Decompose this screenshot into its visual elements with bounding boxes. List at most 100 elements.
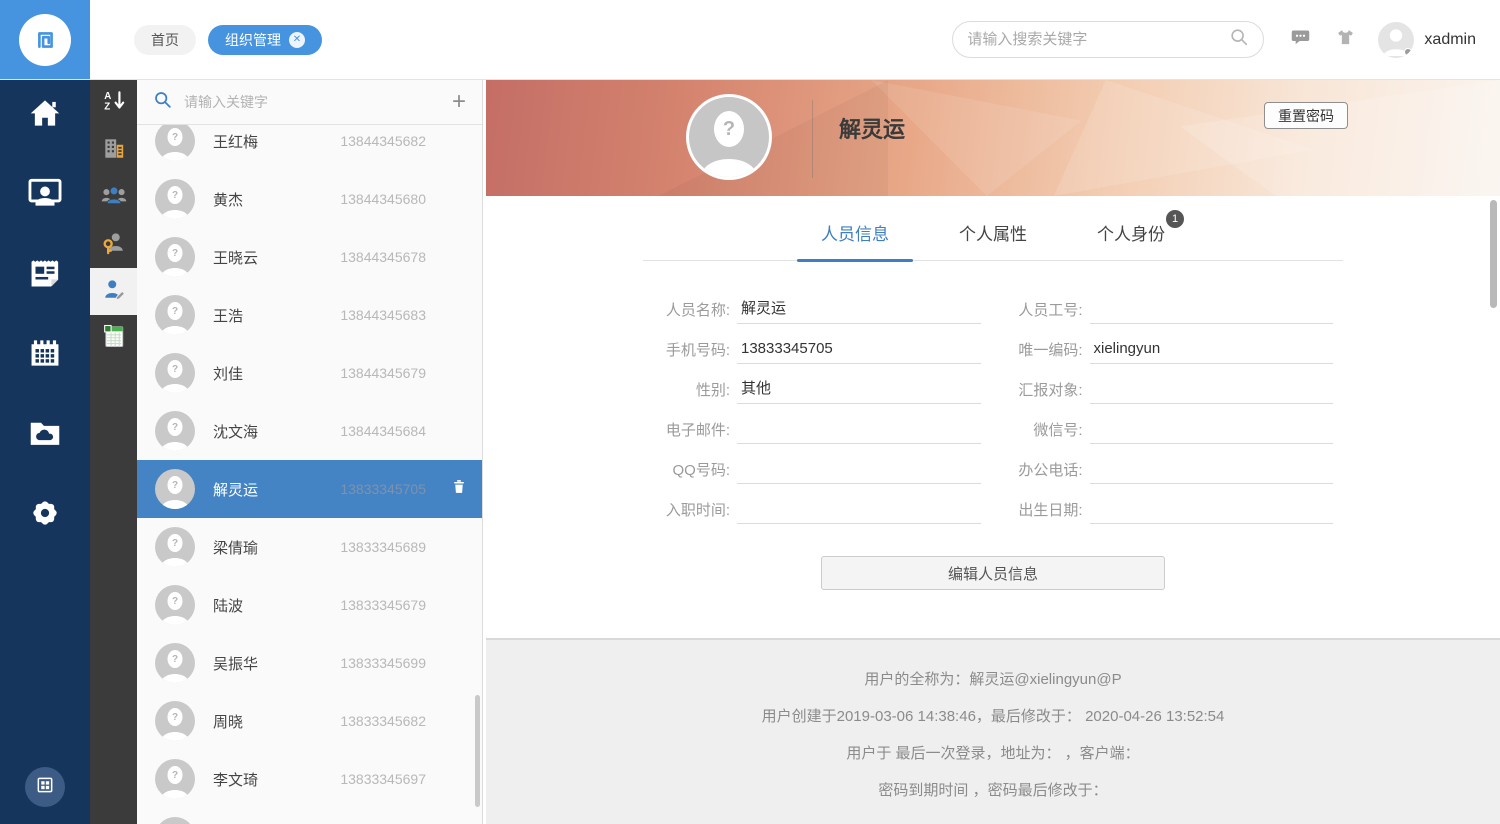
contact-phone: 13844345678	[340, 249, 426, 265]
primary-sidebar	[0, 80, 90, 824]
contact-name: 周晓	[213, 711, 335, 732]
contact-name: 李文琦	[213, 769, 335, 790]
contact-phone: 13833345697	[340, 771, 426, 787]
maze-logo-icon	[19, 14, 71, 66]
tshirt-icon[interactable]	[1335, 27, 1356, 53]
contact-phone: 13833345689	[340, 539, 426, 555]
field-label: 性别:	[653, 379, 737, 400]
contact-avatar: ?	[155, 701, 195, 741]
tab-badge: 1	[1166, 210, 1184, 228]
search-icon[interactable]	[153, 90, 172, 114]
svg-text:?: ?	[172, 654, 178, 665]
nav-tab-organization[interactable]: 组织管理 ✕	[208, 25, 322, 55]
contact-list-item[interactable]: ? 沈文海 13844345684	[137, 402, 482, 460]
add-contact-button[interactable]: +	[452, 92, 466, 112]
svg-text:?: ?	[172, 712, 178, 723]
topbar: 首页 组织管理 ✕	[0, 0, 1500, 80]
contact-phone: 13833345682	[340, 713, 426, 729]
contact-avatar: ?	[155, 643, 195, 683]
contact-list-item[interactable]: ? 解灵运 13833345705	[137, 460, 482, 518]
contact-list-item[interactable]: ? 陆波 13833345679	[137, 576, 482, 634]
svg-text:?: ?	[172, 248, 178, 259]
tab-label: 人员信息	[821, 225, 889, 244]
contact-list-item[interactable]: ? 周晓 13833345682	[137, 692, 482, 750]
field-label: 电子邮件:	[653, 419, 737, 440]
footer-line: 密码到期时间 ，密码最后修改于：	[486, 772, 1500, 809]
topbar-icons	[1290, 27, 1356, 53]
search-icon[interactable]	[1229, 27, 1249, 52]
close-icon[interactable]: ✕	[289, 32, 305, 48]
contact-list: ? 王红梅 13844345682 ? 黄杰 13844345680	[137, 125, 482, 824]
field-value	[1090, 295, 1334, 324]
tool-organization[interactable]	[90, 127, 137, 174]
field-value: 解灵运	[737, 295, 981, 324]
main-scrollbar[interactable]	[1490, 200, 1497, 308]
svg-text:?: ?	[172, 596, 178, 607]
status-dot	[1404, 48, 1412, 56]
global-search-input[interactable]	[967, 31, 1229, 48]
contact-list-item[interactable]: ?	[137, 808, 482, 824]
tool-sort-az[interactable]: A Z	[90, 80, 137, 127]
tab-label: 个人属性	[959, 225, 1027, 244]
messages-icon[interactable]	[1290, 27, 1311, 53]
sidebar-item-news[interactable]	[23, 253, 67, 297]
contact-phone: 13833345699	[340, 655, 426, 671]
svg-text:?: ?	[172, 538, 178, 549]
contact-search-input[interactable]	[184, 94, 440, 110]
sort-az-icon: A Z	[101, 88, 127, 119]
form-field: 性别: 其他	[653, 369, 981, 409]
tab-personal-identity[interactable]: 个人身份 1	[1097, 220, 1165, 260]
home-icon	[26, 94, 64, 137]
contact-list-item[interactable]: ? 吴振华 13833345699	[137, 634, 482, 692]
contact-list-item[interactable]: ? 黄杰 13844345680	[137, 170, 482, 228]
field-value: 其他	[737, 375, 981, 404]
tool-user-edit[interactable]	[90, 268, 137, 315]
person-form: 人员名称: 解灵运 人员工号: 手机号码: 13833345705 唯一编码: …	[653, 289, 1333, 529]
contact-panel: + ? 王红梅 13844345682 ?	[137, 80, 483, 824]
tool-user-groups[interactable]	[90, 174, 137, 221]
contact-list-item[interactable]: ? 刘佳 13844345679	[137, 344, 482, 402]
contact-search-bar: +	[137, 80, 482, 125]
field-label: 入职时间:	[653, 499, 737, 520]
contact-list-item[interactable]: ? 李文琦 13833345697	[137, 750, 482, 808]
contact-phone: 13844345679	[340, 365, 426, 381]
contact-name: 王红梅	[213, 131, 335, 152]
sidebar-item-meeting[interactable]	[23, 173, 67, 217]
app-logo[interactable]	[0, 0, 90, 79]
detail-body: 人员信息 个人属性 个人身份 1 人员名称: 解灵运 人员工号: 手机号码: 1…	[486, 196, 1500, 638]
tool-report[interactable]	[90, 315, 137, 362]
contact-phone: 13833345679	[340, 597, 426, 613]
nav-tab-home[interactable]: 首页	[134, 25, 196, 55]
contact-list-scrollbar[interactable]	[475, 695, 480, 807]
contact-avatar: ?	[155, 527, 195, 567]
field-label: 手机号码:	[653, 339, 737, 360]
form-field: 唯一编码: xielingyun	[1006, 329, 1334, 369]
contact-list-item[interactable]: ? 王晓云 13844345678	[137, 228, 482, 286]
sidebar-item-calendar[interactable]	[23, 333, 67, 377]
field-label: 办公电话:	[1006, 459, 1090, 480]
global-search	[952, 21, 1264, 58]
edit-person-button[interactable]: 编辑人员信息	[821, 556, 1165, 590]
nav-tab-home-label: 首页	[151, 30, 179, 50]
contact-list-item[interactable]: ? 王红梅 13844345682	[137, 125, 482, 170]
contact-list-item[interactable]: ? 梁倩瑜 13833345689	[137, 518, 482, 576]
tool-sidebar: A Z	[90, 80, 137, 824]
tab-person-info[interactable]: 人员信息	[821, 220, 889, 260]
contact-avatar: ?	[155, 179, 195, 219]
person-name: 解灵运	[839, 112, 905, 144]
contact-name: 沈文海	[213, 421, 335, 442]
tool-user-roles[interactable]	[90, 221, 137, 268]
trash-icon[interactable]	[450, 478, 468, 501]
user-account[interactable]: xadmin	[1378, 22, 1476, 58]
field-value: 13833345705	[737, 335, 981, 364]
sidebar-item-files[interactable]	[23, 413, 67, 457]
sidebar-item-home[interactable]	[23, 93, 67, 137]
field-label: QQ号码:	[653, 459, 737, 480]
tab-personal-attrs[interactable]: 个人属性	[959, 220, 1027, 260]
apps-launcher-button[interactable]	[25, 767, 65, 807]
reset-password-button[interactable]: 重置密码	[1264, 102, 1348, 129]
sidebar-item-settings[interactable]	[23, 493, 67, 537]
contact-list-item[interactable]: ? 王浩 13844345683	[137, 286, 482, 344]
apps-grid-icon	[35, 775, 55, 800]
nav-tab-organization-label: 组织管理	[225, 30, 281, 50]
